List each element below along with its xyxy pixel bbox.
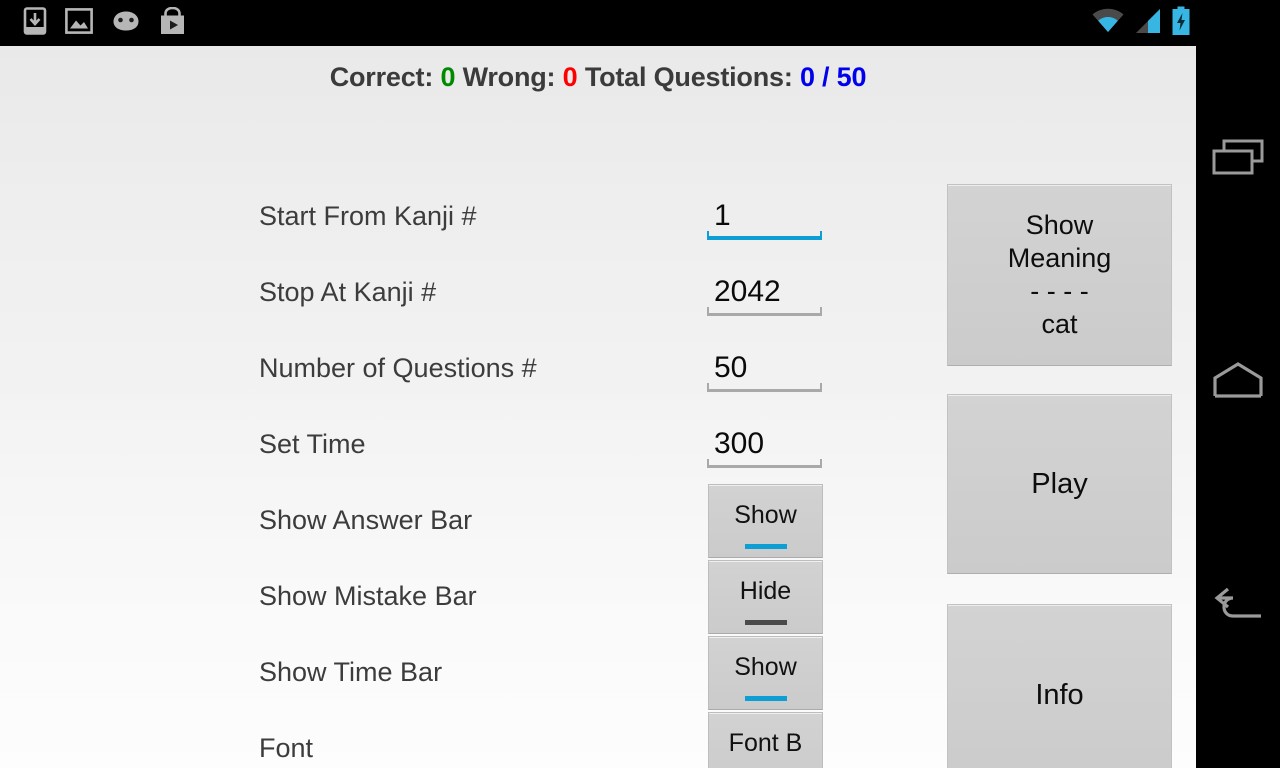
total-questions-value: 0 / 50 [799,62,867,92]
label-font: Font [259,733,314,763]
score-header: Correct: 0 Wrong: 0 Total Questions: 0 /… [0,62,1196,93]
toggle-state-indicator [744,620,787,625]
settings-row: Set Time 300 [259,406,839,482]
back-icon [1211,582,1265,627]
input-value: 50 [714,351,748,384]
total-questions-label: Total Questions: [584,62,793,92]
battery-charging-icon [1171,6,1191,41]
label-set-time: Set Time [259,429,366,459]
wrong-value: 0 [562,62,578,92]
show-meaning-value: cat [1041,309,1078,339]
settings-row: Stop At Kanji # 2042 [259,254,839,330]
input-underline [707,459,822,468]
navigation-bar [1196,0,1280,768]
show-meaning-button[interactable]: Show Meaning - - - - cat [947,184,1172,366]
settings-row: Number of Questions # 50 [259,330,839,406]
settings-row: Show Answer Bar Show [259,482,839,558]
show-meaning-button-text: Show Meaning - - - - cat [1008,209,1112,341]
play-button-label: Play [1031,467,1088,500]
settings-row: Show Time Bar Show [259,634,839,710]
label-start-from-kanji: Start From Kanji # [259,201,477,231]
label-show-answer-bar: Show Answer Bar [259,505,473,535]
input-underline [707,231,822,240]
toggle-state-indicator [744,544,787,549]
input-underline [707,383,822,392]
label-show-time-bar: Show Time Bar [259,657,443,687]
app-content: Correct: 0 Wrong: 0 Total Questions: 0 /… [0,46,1196,768]
input-stop-at-kanji[interactable]: 2042 [707,260,822,316]
correct-value: 0 [440,62,456,92]
info-button[interactable]: Info [947,604,1172,768]
toggle-show-time-bar[interactable]: Show [708,636,823,710]
label-show-mistake-bar: Show Mistake Bar [259,581,477,611]
home-icon [1211,361,1265,404]
input-underline [707,307,822,316]
toggle-label: Hide [739,577,792,605]
android-robot-icon [110,10,142,37]
correct-label: Correct: [329,62,434,92]
recents-icon [1211,138,1265,183]
settings-row: Font Font B [259,710,839,768]
play-store-icon [159,6,186,40]
input-start-from-kanji[interactable]: 1 [707,184,822,240]
toggle-state-indicator [744,696,787,701]
toggle-show-mistake-bar[interactable]: Hide [708,560,823,634]
toggle-show-answer-bar[interactable]: Show [708,484,823,558]
download-icon [22,6,48,40]
cellular-signal-icon [1134,8,1162,39]
recents-button[interactable] [1196,118,1280,202]
status-bar-notification-icons [22,0,186,46]
toggle-font[interactable]: Font B [708,712,823,768]
input-value: 300 [714,427,765,460]
settings-row: Show Mistake Bar Hide [259,558,839,634]
wrong-label: Wrong: [462,62,556,92]
label-stop-at-kanji: Stop At Kanji # [259,277,437,307]
info-button-label: Info [1035,678,1084,711]
input-value: 2042 [714,275,781,308]
android-screen: 9:02 Correct: 0 Wrong: 0 Total Questions… [0,0,1280,768]
status-bar: 9:02 [0,0,1280,46]
settings-form: Start From Kanji # 1 Stop At Kanji # 204… [259,178,839,768]
play-button[interactable]: Play [947,394,1172,574]
show-meaning-divider: - - - - [1030,276,1089,306]
label-number-of-questions: Number of Questions # [259,353,537,383]
input-set-time[interactable]: 300 [707,412,822,468]
toggle-label: Font B [728,729,803,757]
input-number-of-questions[interactable]: 50 [707,336,822,392]
toggle-label: Show [734,653,797,681]
input-value: 1 [714,199,731,232]
wifi-icon [1091,8,1125,39]
gallery-image-icon [65,7,93,39]
show-meaning-line-1: Show [1025,210,1094,240]
settings-row: Start From Kanji # 1 [259,178,839,254]
back-button[interactable] [1196,562,1280,646]
home-button[interactable] [1196,340,1280,424]
show-meaning-line-2: Meaning [1007,243,1112,273]
toggle-label: Show [734,501,797,529]
